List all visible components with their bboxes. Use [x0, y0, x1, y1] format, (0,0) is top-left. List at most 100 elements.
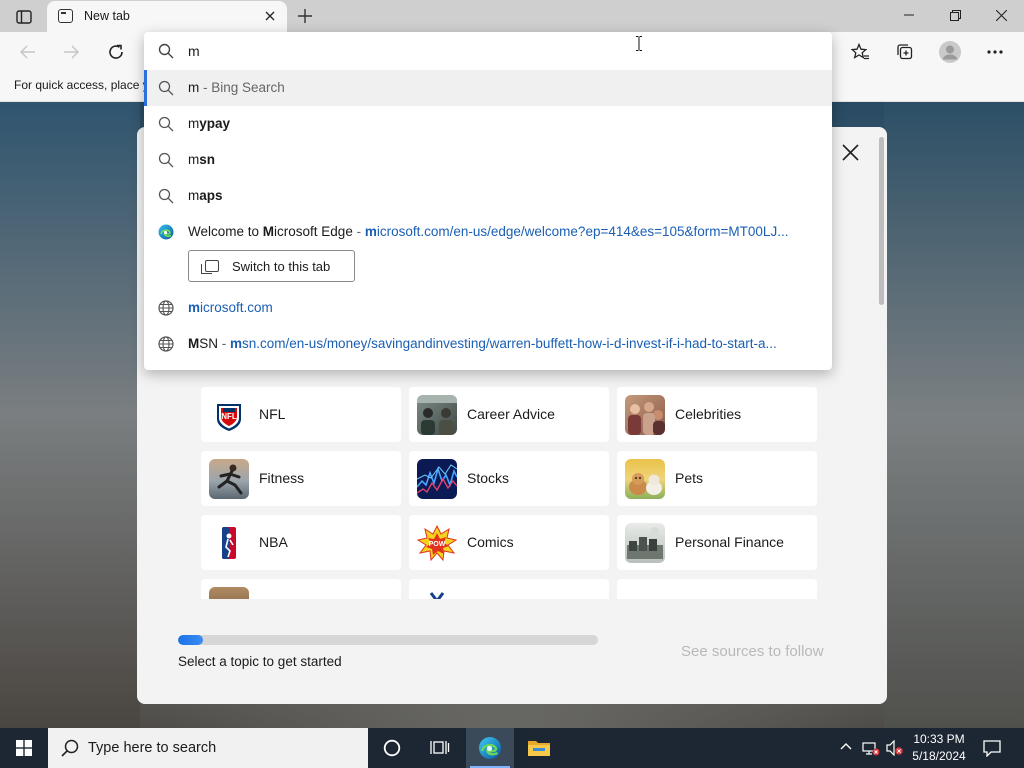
show-hidden-icons-chevron-icon[interactable] [840, 742, 852, 750]
taskbar-file-explorer-button[interactable] [515, 728, 563, 768]
address-bar-input[interactable]: m [144, 32, 832, 70]
refresh-button[interactable] [102, 38, 130, 66]
suggestion-url-match: m [230, 336, 243, 351]
topic-label: Pets [675, 470, 704, 486]
taskbar-clock[interactable]: 10:33 PM 5/18/2024 [904, 731, 974, 765]
topic-label: Celebrities [675, 406, 742, 422]
topic-label: Stocks [467, 470, 510, 486]
switch-to-tab-button[interactable]: Switch to this tab [188, 250, 355, 282]
back-button[interactable] [14, 38, 42, 66]
topic-pets[interactable]: Pets [617, 451, 817, 506]
topic-celebrities[interactable]: Celebrities [617, 387, 817, 442]
close-tab-icon[interactable] [261, 7, 279, 25]
collections-icon [897, 44, 913, 60]
suggestion-typed: m [188, 80, 200, 95]
cortana-circle-icon [383, 739, 401, 757]
suggestion-text: Welcome to Microsoft Edge - microsoft.co… [188, 224, 788, 239]
nba-logo-icon [209, 523, 249, 563]
topic-comics[interactable]: POW Comics [409, 515, 609, 570]
collections-button[interactable] [891, 38, 919, 66]
topic-personal-finance[interactable]: Personal Finance [617, 515, 817, 570]
dialog-close-button[interactable] [837, 139, 863, 165]
task-view-button[interactable] [416, 728, 464, 768]
search-icon [158, 116, 174, 132]
restore-icon [949, 9, 961, 21]
favorites-star-icon [851, 43, 869, 60]
topic-stocks[interactable]: Stocks [409, 451, 609, 506]
search-icon [61, 739, 79, 757]
suggestion-mypay[interactable]: mypay [144, 106, 832, 142]
suggestion-typed: m [188, 188, 200, 203]
see-sources-button[interactable]: See sources to follow [681, 643, 824, 660]
topic-thumb-partial-icon [417, 587, 457, 599]
stocks-photo-icon [417, 459, 457, 499]
taskbar-search-box[interactable]: Type here to search [48, 728, 368, 768]
new-tab-button[interactable] [293, 4, 317, 28]
career-advice-photo-icon [417, 395, 457, 435]
cortana-button[interactable] [368, 728, 416, 768]
suggestion-suffix: - Bing Search [199, 80, 285, 95]
topic-nba[interactable]: NBA [201, 515, 401, 570]
topic-card-partial[interactable] [617, 579, 817, 599]
notifications-icon[interactable] [983, 740, 1001, 757]
settings-more-button[interactable] [981, 38, 1009, 66]
suggestion-welcome-edge-tab[interactable]: Welcome to Microsoft Edge - microsoft.co… [144, 214, 832, 250]
minimize-icon [904, 14, 914, 16]
taskbar-edge-button[interactable] [466, 728, 514, 768]
topic-nfl[interactable]: NFL NFL [201, 387, 401, 442]
dialog-scrollbar[interactable] [879, 137, 884, 305]
topic-label: Comics [467, 534, 514, 550]
restore-button[interactable] [932, 0, 978, 30]
topic-label: Career Advice [467, 406, 555, 422]
suggestion-text: microsoft.com [188, 300, 273, 315]
favorites-button[interactable] [846, 38, 874, 66]
tab-new-tab[interactable]: New tab [47, 1, 287, 32]
svg-text:NFL: NFL [221, 412, 237, 421]
suggestion-microsoft-com[interactable]: microsoft.com [144, 290, 832, 326]
suggestion-text: maps [188, 188, 223, 203]
tab-title: New tab [84, 9, 130, 23]
volume-muted-icon[interactable] [886, 740, 904, 756]
nfl-logo-icon: NFL [209, 395, 249, 435]
start-button[interactable] [0, 728, 48, 768]
minimize-button[interactable] [886, 0, 932, 30]
globe-icon [158, 300, 174, 316]
clock-date: 5/18/2024 [912, 749, 966, 763]
network-icon[interactable] [862, 740, 880, 756]
topic-fitness[interactable]: Fitness [201, 451, 401, 506]
search-icon [158, 152, 174, 168]
windows-logo-icon [16, 740, 32, 756]
suggestion-text: m - Bing Search [188, 80, 285, 95]
suggestion-url: icrosoft.com/en-us/edge/welcome?ep=414&e… [376, 224, 789, 239]
favorites-bar-message: For quick access, place y [14, 78, 149, 92]
back-arrow-icon [20, 45, 35, 59]
suggestion-maps[interactable]: maps [144, 178, 832, 214]
topic-card-partial[interactable] [201, 579, 401, 599]
address-bar-dropdown: m m - Bing Search mypay msn maps Welcome… [144, 32, 832, 370]
topic-label: Personal Finance [675, 534, 784, 550]
suggestion-bing-search[interactable]: m - Bing Search [144, 70, 832, 106]
topic-row-clipped [201, 579, 817, 599]
topic-career-advice[interactable]: Career Advice [409, 387, 609, 442]
forward-arrow-icon [64, 45, 79, 59]
edge-icon [479, 737, 501, 759]
svg-text:POW: POW [429, 541, 446, 548]
tab-actions-button[interactable] [10, 6, 38, 28]
suggestion-title-match: M [262, 224, 275, 239]
new-tab-favicon-icon [58, 9, 73, 23]
progress-label: Select a topic to get started [178, 654, 342, 669]
forward-button[interactable] [57, 38, 85, 66]
clock-time: 10:33 PM [913, 732, 965, 746]
profile-button[interactable] [936, 38, 964, 66]
suggestion-typed: m [188, 116, 200, 131]
more-dots-icon [987, 50, 1003, 54]
suggestion-msn-site[interactable]: MSN - msn.com/en-us/money/savingandinves… [144, 326, 832, 362]
topic-thumb-partial-icon [209, 587, 249, 599]
suggestion-msn[interactable]: msn [144, 142, 832, 178]
topic-card-partial[interactable] [409, 579, 609, 599]
fitness-photo-icon [209, 459, 249, 499]
suggestion-text: mypay [188, 116, 230, 131]
close-window-button[interactable] [978, 0, 1024, 30]
task-view-icon [430, 741, 450, 754]
edge-icon [158, 224, 174, 240]
